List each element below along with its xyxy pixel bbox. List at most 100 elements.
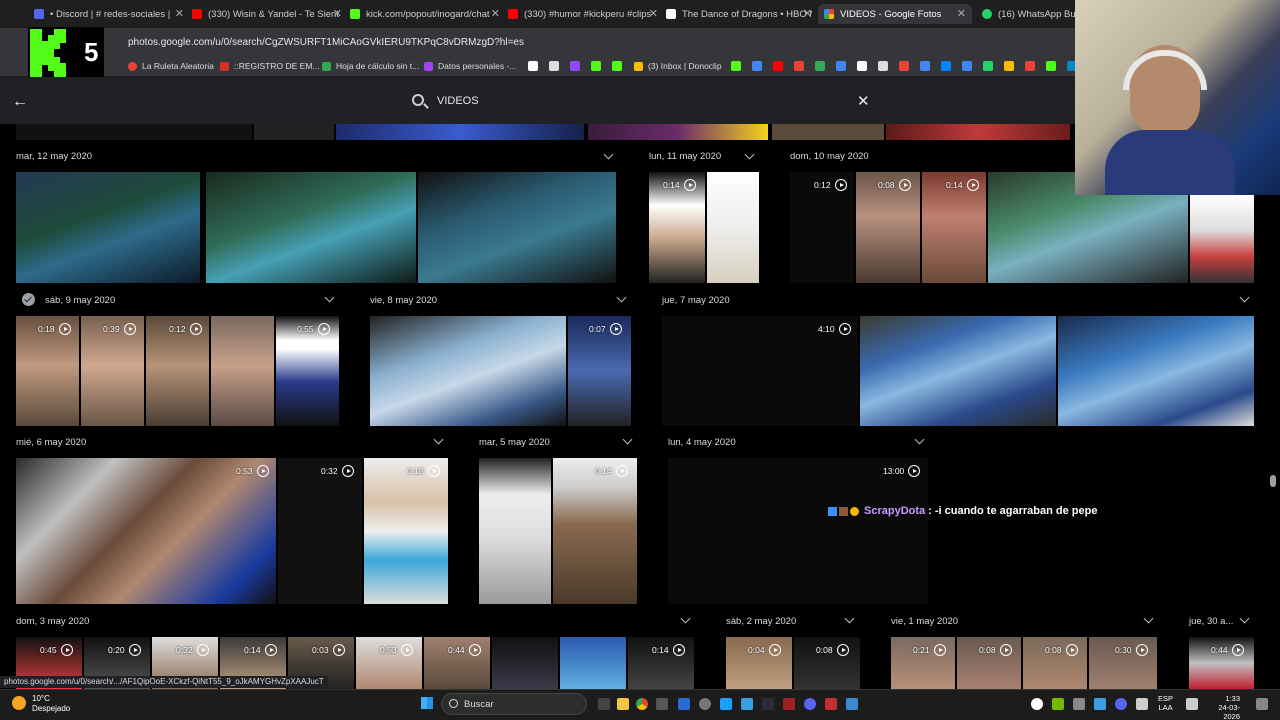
tab-kick[interactable]: kick.com/popout/inogard/chat ✕ xyxy=(350,4,500,24)
video-thumbnail[interactable] xyxy=(16,124,252,140)
bookmark-icon[interactable] xyxy=(731,61,741,71)
discord-icon[interactable] xyxy=(804,698,816,710)
select-check-icon[interactable] xyxy=(22,293,35,306)
bookmark-icon[interactable] xyxy=(836,61,846,71)
video-thumbnail[interactable] xyxy=(418,172,616,283)
tray-icon[interactable] xyxy=(1094,698,1106,710)
bookmark-icon[interactable] xyxy=(983,61,993,71)
tray-icon[interactable] xyxy=(1115,698,1127,710)
chevron-down-icon[interactable] xyxy=(433,434,444,445)
video-thumbnail[interactable] xyxy=(1058,316,1254,426)
close-tab-icon[interactable]: ✕ xyxy=(649,7,658,20)
bookmark-icon[interactable] xyxy=(549,61,559,71)
weather-widget[interactable]: 10°C Despejado xyxy=(32,694,70,714)
network-icon[interactable] xyxy=(1186,698,1198,710)
tab-youtube-1[interactable]: (330) Wisin & Yandel - Te Sient ✕ xyxy=(192,4,342,24)
tab-hbo[interactable]: The Dance of Dragons • HBO M ✕ xyxy=(666,4,812,24)
scrollbar-thumb[interactable] xyxy=(1270,475,1276,487)
windows-start-icon[interactable] xyxy=(421,697,433,709)
app-icon[interactable] xyxy=(656,698,668,710)
video-thumbnail[interactable] xyxy=(560,637,626,689)
chevron-down-icon[interactable] xyxy=(324,292,335,303)
task-view-icon[interactable] xyxy=(598,698,610,710)
steam-icon[interactable] xyxy=(741,698,753,710)
bookmark-icon[interactable] xyxy=(794,61,804,71)
back-arrow-icon[interactable]: ← xyxy=(12,93,28,111)
bookmark-icon[interactable] xyxy=(591,61,601,71)
bookmark-icon[interactable] xyxy=(1004,61,1014,71)
video-thumbnail[interactable] xyxy=(707,172,759,283)
language-indicator[interactable]: ESP LAA xyxy=(1158,694,1173,712)
close-tab-icon[interactable]: ✕ xyxy=(333,7,342,20)
bookmark-ruleta[interactable]: La Ruleta Aleatoria xyxy=(128,61,214,71)
video-thumbnail[interactable] xyxy=(553,458,637,604)
video-thumbnail[interactable] xyxy=(254,124,334,140)
app-icon[interactable] xyxy=(783,698,795,710)
chrome-icon[interactable] xyxy=(636,698,648,710)
bookmark-icon[interactable] xyxy=(1025,61,1035,71)
app-icon[interactable] xyxy=(846,698,858,710)
app-icon[interactable] xyxy=(825,698,837,710)
tab-google-photos[interactable]: VIDEOS - Google Fotos ✕ xyxy=(818,4,972,24)
tab-youtube-2[interactable]: (330) #humor #kickperu #clips ✕ xyxy=(508,4,658,24)
bookmark-icon[interactable] xyxy=(528,61,538,71)
video-thumbnail[interactable] xyxy=(206,172,416,283)
bookmark-hoja[interactable]: Hoja de cálculo sin t... xyxy=(322,61,419,71)
close-tab-icon[interactable]: ✕ xyxy=(803,7,812,20)
bookmark-icon[interactable] xyxy=(570,61,580,71)
chevron-down-icon[interactable] xyxy=(622,434,633,445)
notification-icon[interactable] xyxy=(1256,698,1268,710)
search-input[interactable]: VIDEOS xyxy=(437,95,479,107)
video-thumbnail[interactable] xyxy=(16,172,200,283)
close-tab-icon[interactable]: ✕ xyxy=(175,7,184,20)
chevron-down-icon[interactable] xyxy=(1239,613,1250,624)
taskbar-clock[interactable]: 1:33 24-03-2026 xyxy=(1202,694,1240,720)
app-icon[interactable] xyxy=(762,698,774,710)
bookmark-icon[interactable] xyxy=(920,61,930,71)
tray-icon[interactable] xyxy=(1073,698,1085,710)
chevron-down-icon[interactable] xyxy=(744,149,755,160)
video-thumbnail[interactable] xyxy=(278,458,362,604)
search-icon[interactable] xyxy=(412,94,424,106)
video-thumbnail[interactable] xyxy=(588,124,768,140)
video-thumbnail[interactable] xyxy=(492,637,558,689)
url-text[interactable]: photos.google.com/u/0/search/CgZWSURFT1M… xyxy=(128,37,524,48)
tray-icon[interactable] xyxy=(1031,698,1043,710)
video-thumbnail[interactable] xyxy=(860,316,1056,426)
bookmark-icon[interactable] xyxy=(815,61,825,71)
file-explorer-icon[interactable] xyxy=(617,698,629,710)
app-icon[interactable] xyxy=(720,698,732,710)
chevron-down-icon[interactable] xyxy=(844,613,855,624)
video-thumbnail[interactable] xyxy=(886,124,1070,140)
video-thumbnail[interactable] xyxy=(370,316,566,426)
video-thumbnail[interactable] xyxy=(772,124,884,140)
close-tab-icon[interactable]: ✕ xyxy=(957,7,966,20)
video-thumbnail[interactable] xyxy=(336,124,584,140)
nvidia-icon[interactable] xyxy=(1052,698,1064,710)
bookmark-icon[interactable] xyxy=(878,61,888,71)
taskbar-search[interactable] xyxy=(441,693,587,715)
video-thumbnail[interactable] xyxy=(364,458,448,604)
chevron-down-icon[interactable] xyxy=(603,149,614,160)
bookmark-icon[interactable] xyxy=(612,61,622,71)
bookmark-icon[interactable] xyxy=(941,61,951,71)
bookmark-icon[interactable] xyxy=(857,61,867,71)
chevron-down-icon[interactable] xyxy=(1143,613,1154,624)
bookmark-registro[interactable]: ::REGISTRO DE EM... xyxy=(220,61,319,71)
tab-discord[interactable]: • Discord | # redes-sociales | ✕ xyxy=(34,4,184,24)
video-thumbnail[interactable] xyxy=(479,458,551,604)
microphone-icon[interactable] xyxy=(1136,698,1148,710)
bookmark-icon[interactable] xyxy=(962,61,972,71)
app-icon[interactable] xyxy=(699,698,711,710)
bookmark-icon[interactable] xyxy=(752,61,762,71)
bookmark-icon[interactable] xyxy=(899,61,909,71)
tab-whatsapp[interactable]: (16) WhatsApp Busine xyxy=(982,4,1076,24)
video-thumbnail[interactable] xyxy=(668,458,928,604)
video-thumbnail[interactable] xyxy=(1190,195,1254,283)
clear-search-icon[interactable]: ✕ xyxy=(857,92,870,110)
video-thumbnail[interactable] xyxy=(16,458,276,604)
chevron-down-icon[interactable] xyxy=(680,613,691,624)
bookmark-icon[interactable] xyxy=(773,61,783,71)
bookmark-donoclip[interactable]: (3) Inbox | Donoclip xyxy=(634,61,722,71)
chevron-down-icon[interactable] xyxy=(616,292,627,303)
